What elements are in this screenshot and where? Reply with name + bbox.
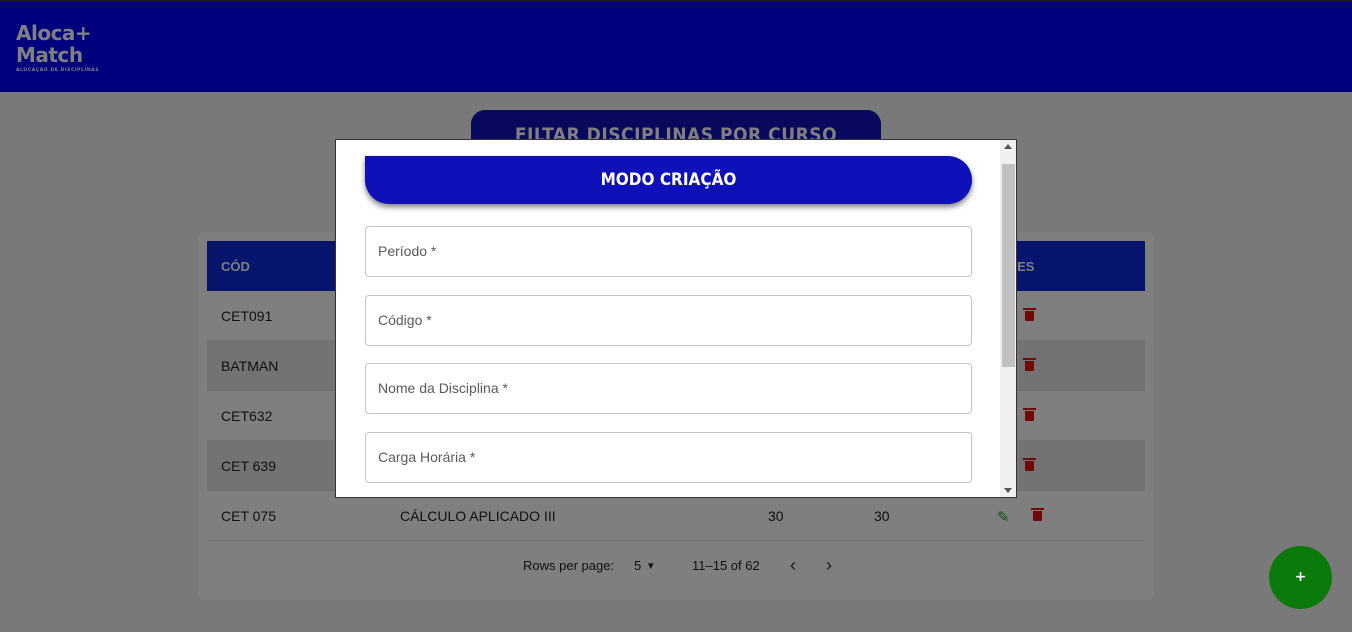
codigo-label: Código * [378,312,432,328]
scroll-up-arrow-icon[interactable] [1004,144,1012,149]
modal-title: MODO CRIAÇÃO [365,156,972,204]
modal-scrollbar[interactable] [1000,140,1016,497]
scroll-thumb[interactable] [1002,164,1015,367]
periodo-field[interactable]: Período * [365,226,972,277]
carga-horaria-label: Carga Horária * [378,449,476,465]
nome-disciplina-field[interactable]: Nome da Disciplina * [365,363,972,414]
scroll-down-arrow-icon[interactable] [1004,488,1012,493]
nome-disciplina-label: Nome da Disciplina * [378,380,508,396]
create-discipline-modal: MODO CRIAÇÃO Período * Código * Nome da … [335,139,1017,498]
periodo-label: Período * [378,243,437,259]
codigo-field[interactable]: Código * [365,295,972,346]
carga-horaria-field[interactable]: Carga Horária * [365,432,972,483]
add-discipline-button[interactable]: + [1269,546,1332,609]
